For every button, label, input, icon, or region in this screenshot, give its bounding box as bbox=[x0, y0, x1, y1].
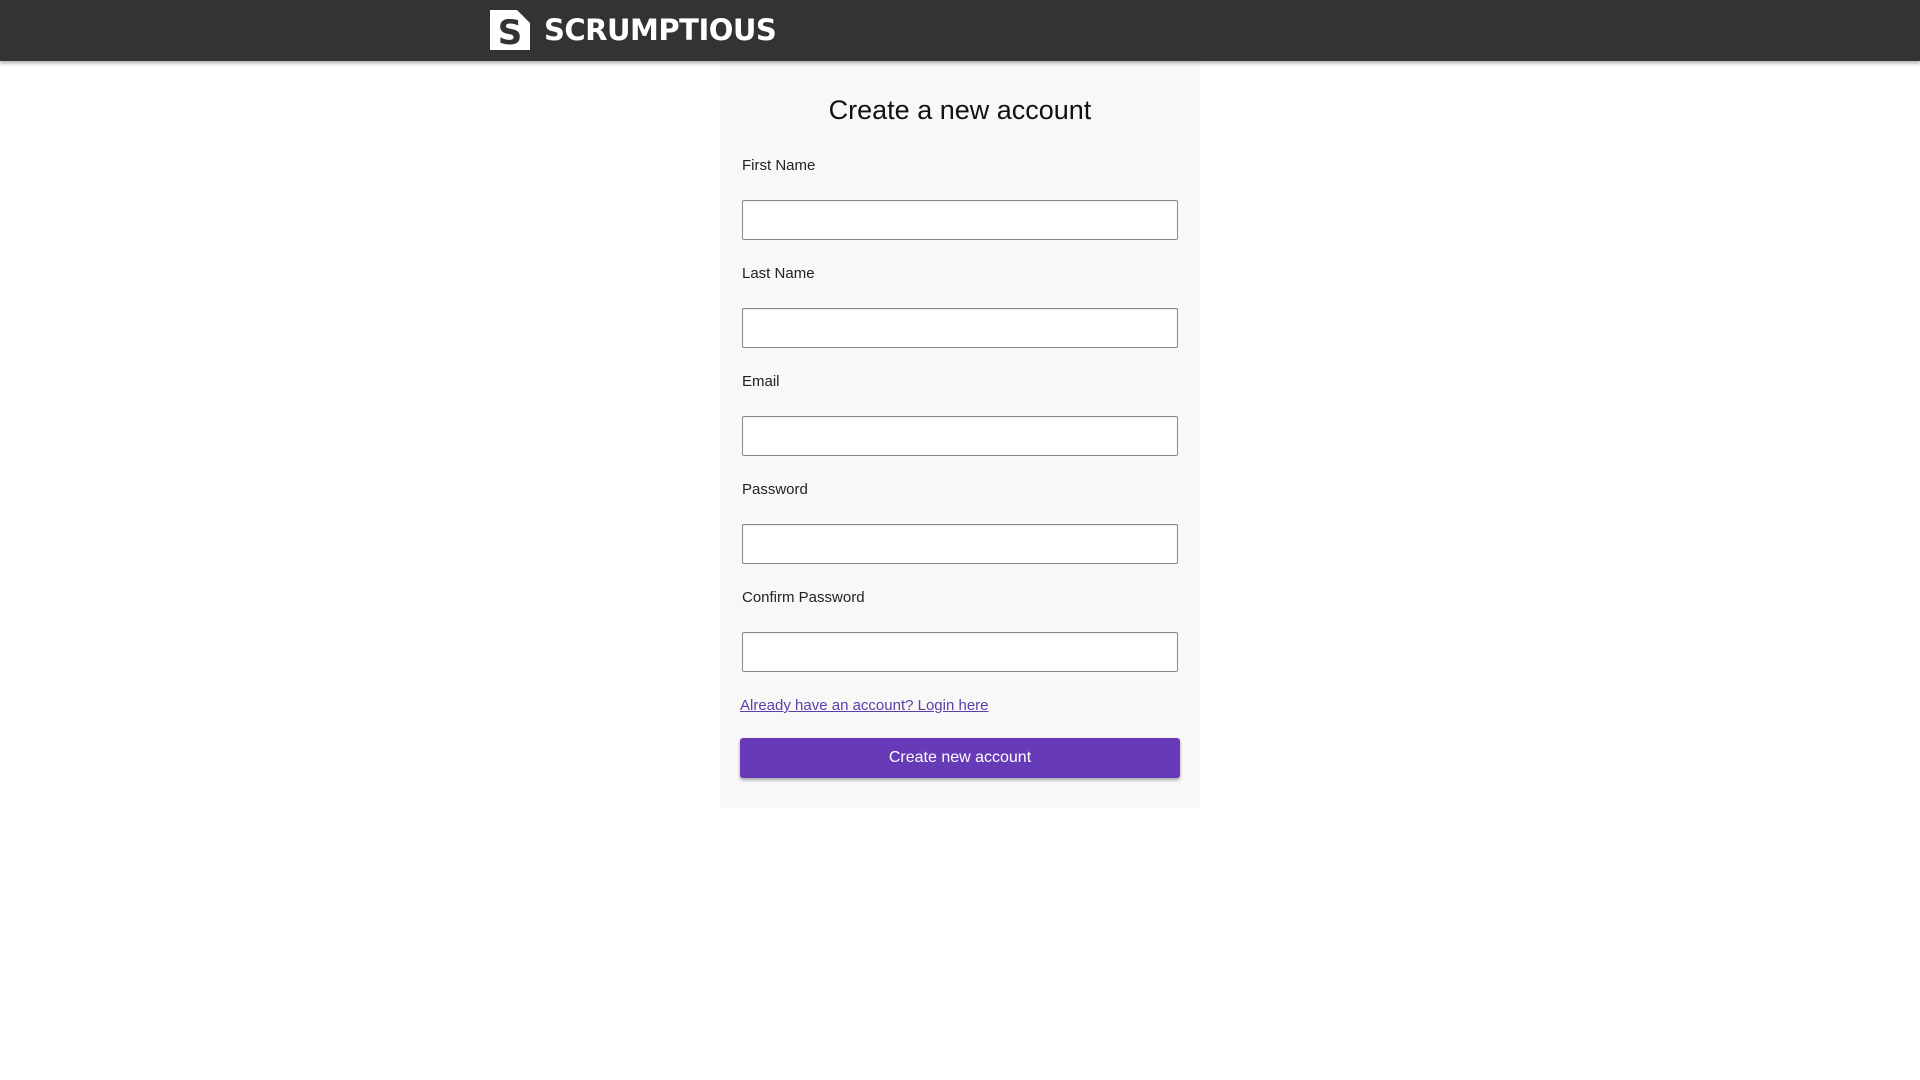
page-title: Create a new account bbox=[828, 95, 1092, 125]
svg-text:S: S bbox=[498, 13, 523, 50]
first-name-input[interactable] bbox=[742, 200, 1178, 240]
login-link[interactable]: Already have an account? Login here bbox=[740, 697, 989, 715]
email-input[interactable] bbox=[742, 416, 1178, 456]
top-navbar: S SCRUMPTIOUS bbox=[0, 0, 1920, 61]
confirm-password-input[interactable] bbox=[742, 632, 1178, 672]
brand-name: SCRUMPTIOUS bbox=[544, 13, 777, 47]
first-name-label: First Name bbox=[742, 157, 816, 174]
last-name-input[interactable] bbox=[742, 308, 1178, 348]
password-input[interactable] bbox=[742, 524, 1178, 564]
email-label: Email bbox=[742, 373, 780, 390]
signup-card: Create a new account First Name Last Nam… bbox=[720, 61, 1200, 808]
s-logo-icon: S bbox=[490, 10, 530, 50]
last-name-label: Last Name bbox=[742, 265, 815, 282]
password-label: Password bbox=[742, 481, 808, 498]
create-account-button[interactable]: Create new account bbox=[740, 738, 1180, 778]
confirm-password-label: Confirm Password bbox=[742, 589, 865, 606]
brand-home-link[interactable]: S SCRUMPTIOUS bbox=[490, 10, 777, 50]
